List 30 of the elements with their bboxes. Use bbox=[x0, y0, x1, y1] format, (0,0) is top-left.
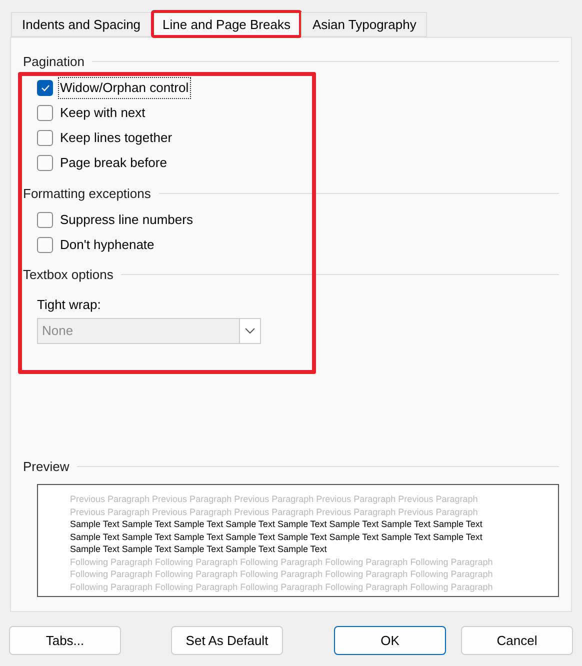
section-heading: Textbox options bbox=[23, 266, 114, 284]
tab[interactable]: Asian Typography bbox=[301, 12, 428, 37]
section-heading: Formatting exceptions bbox=[23, 184, 151, 203]
following-paragraph: Following Paragraph Following Paragraph Following Paragraph Following Paragraph Following Paragraph Following Paragraph Following Paragraph Following Paragraph Following Paragraph Following Paragraph Following Paragraph Following Paragraph Following Paragraph Following Paragraph Following Paragraph bbox=[70, 556, 494, 593]
checkmark-icon bbox=[40, 84, 50, 92]
section-heading: Pagination bbox=[23, 53, 84, 71]
checkbox-label[interactable]: Page break before bbox=[59, 153, 168, 173]
checkbox[interactable] bbox=[37, 212, 53, 228]
checkbox-label[interactable]: Keep lines together bbox=[59, 128, 174, 148]
dialog-button[interactable]: OK bbox=[334, 626, 446, 655]
checkbox[interactable] bbox=[37, 105, 53, 121]
previous-paragraph: Previous Paragraph Previous Paragraph Previous Paragraph Previous Paragraph Previous Paragraph Previous Paragraph Previous Paragraph Previous Paragraph Previous Paragraph Previous Paragraph bbox=[70, 493, 479, 518]
checkbox-label[interactable]: Suppress line numbers bbox=[59, 210, 194, 230]
dropdown-value: None bbox=[41, 322, 74, 340]
dialog-button[interactable]: Tabs... bbox=[9, 626, 121, 655]
checkbox-label[interactable]: Keep with next bbox=[59, 103, 146, 123]
tab[interactable]: Line and Page Breaks bbox=[152, 11, 302, 37]
checkbox[interactable] bbox=[37, 130, 53, 146]
field-label: Tight wrap: bbox=[37, 296, 102, 314]
dialog-button[interactable]: Cancel bbox=[461, 626, 573, 655]
sample-text: Sample Text Sample Text Sample Text Sample Text Sample Text Sample Text Sample Text Sample Text Sample Text Sample Text Sample Text Sample Text Sample Text Sample Text Sample Text Sample Text Sample Text Sample Text Sample Text Sample Text Sample Text bbox=[70, 518, 484, 556]
checkbox[interactable] bbox=[37, 155, 53, 171]
checkbox[interactable] bbox=[37, 236, 53, 252]
checkbox-label[interactable]: Don't hyphenate bbox=[59, 234, 156, 254]
checkbox[interactable] bbox=[37, 80, 53, 96]
section-heading: Preview bbox=[23, 458, 70, 476]
tab[interactable]: Indents and Spacing bbox=[11, 12, 152, 37]
dialog-button[interactable]: Set As Default bbox=[171, 626, 283, 655]
checkbox-label[interactable]: Widow/Orphan control bbox=[59, 78, 190, 98]
chevron-down-icon bbox=[245, 328, 255, 334]
